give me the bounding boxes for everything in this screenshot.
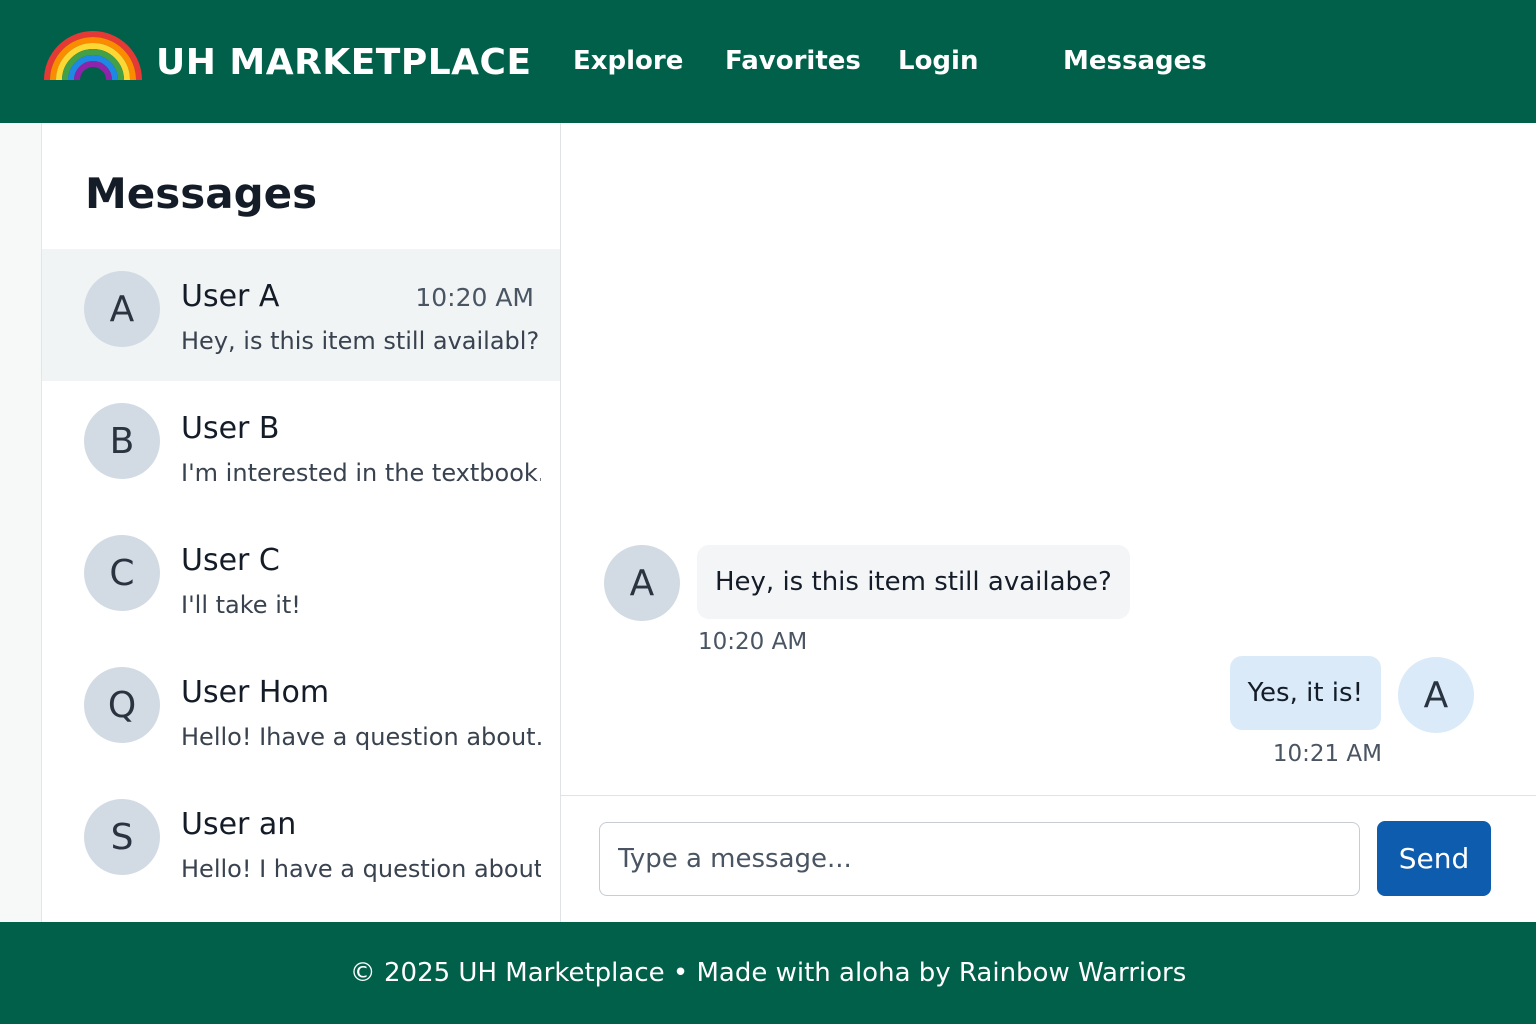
conversation-sidebar: Messages A User A 10:20 AM Hey, is this … (42, 123, 561, 922)
avatar: A (604, 545, 680, 621)
rainbow-icon (44, 31, 142, 80)
nav-messages[interactable]: Messages (1063, 46, 1207, 76)
avatar: S (84, 799, 160, 875)
conversation-name: User B (181, 411, 280, 446)
conversation-list: A User A 10:20 AM Hey, is this item stil… (42, 249, 560, 909)
avatar: C (84, 535, 160, 611)
conversation-time: 10:20 AM (415, 283, 534, 312)
conversation-name: User an (181, 807, 297, 842)
conversation-name: User A (181, 279, 280, 314)
conversation-item[interactable]: A User A 10:20 AM Hey, is this item stil… (42, 249, 560, 381)
send-button[interactable]: Send (1377, 821, 1491, 896)
outgoing-message-bubble: Yes, it is! (1229, 656, 1381, 730)
left-gutter (0, 123, 42, 922)
avatar: B (84, 403, 160, 479)
top-navbar: UH MARKETPLACE Explore Favorites Login M… (0, 0, 1536, 123)
conversation-preview: Hello! Ihave a question about... (181, 723, 541, 751)
message-input[interactable] (599, 822, 1360, 896)
nav-favorites[interactable]: Favorites (725, 46, 861, 76)
message-composer: Send (561, 795, 1536, 922)
conversation-item[interactable]: S User an Hello! I have a question about… (42, 777, 560, 909)
message-time: 10:20 AM (698, 629, 808, 655)
conversation-name: User C (181, 543, 280, 578)
avatar: A (1398, 657, 1474, 733)
footer: © 2025 UH Marketplace • Made with aloha … (0, 922, 1536, 1024)
conversation-preview: Hello! I have a question about... (181, 855, 541, 883)
brand-name[interactable]: UH MARKETPLACE (156, 42, 532, 83)
nav-explore[interactable]: Explore (573, 46, 683, 76)
conversation-preview: I'll take it! (181, 591, 301, 619)
incoming-message-bubble: Hey, is this item still availabe? (697, 545, 1130, 619)
conversation-item[interactable]: Q User Hom Hello! Ihave a question about… (42, 645, 560, 777)
conversation-name: User Hom (181, 675, 330, 710)
nav-login[interactable]: Login (898, 46, 978, 76)
conversation-preview: I'm interested in the textbook... (181, 459, 541, 487)
avatar: A (84, 271, 160, 347)
conversation-item[interactable]: B User B I'm interested in the textbook.… (42, 381, 560, 513)
conversation-preview: Hey, is this item still availabl? (181, 327, 540, 355)
chat-panel: A Hey, is this item still availabe? 10:2… (561, 123, 1536, 922)
avatar: Q (84, 667, 160, 743)
conversation-item[interactable]: C User C I'll take it! (42, 513, 560, 645)
footer-text: © 2025 UH Marketplace • Made with aloha … (349, 958, 1187, 988)
message-time: 10:21 AM (1272, 741, 1382, 767)
brand[interactable]: UH MARKETPLACE (42, 28, 531, 83)
sidebar-title: Messages (85, 169, 318, 218)
